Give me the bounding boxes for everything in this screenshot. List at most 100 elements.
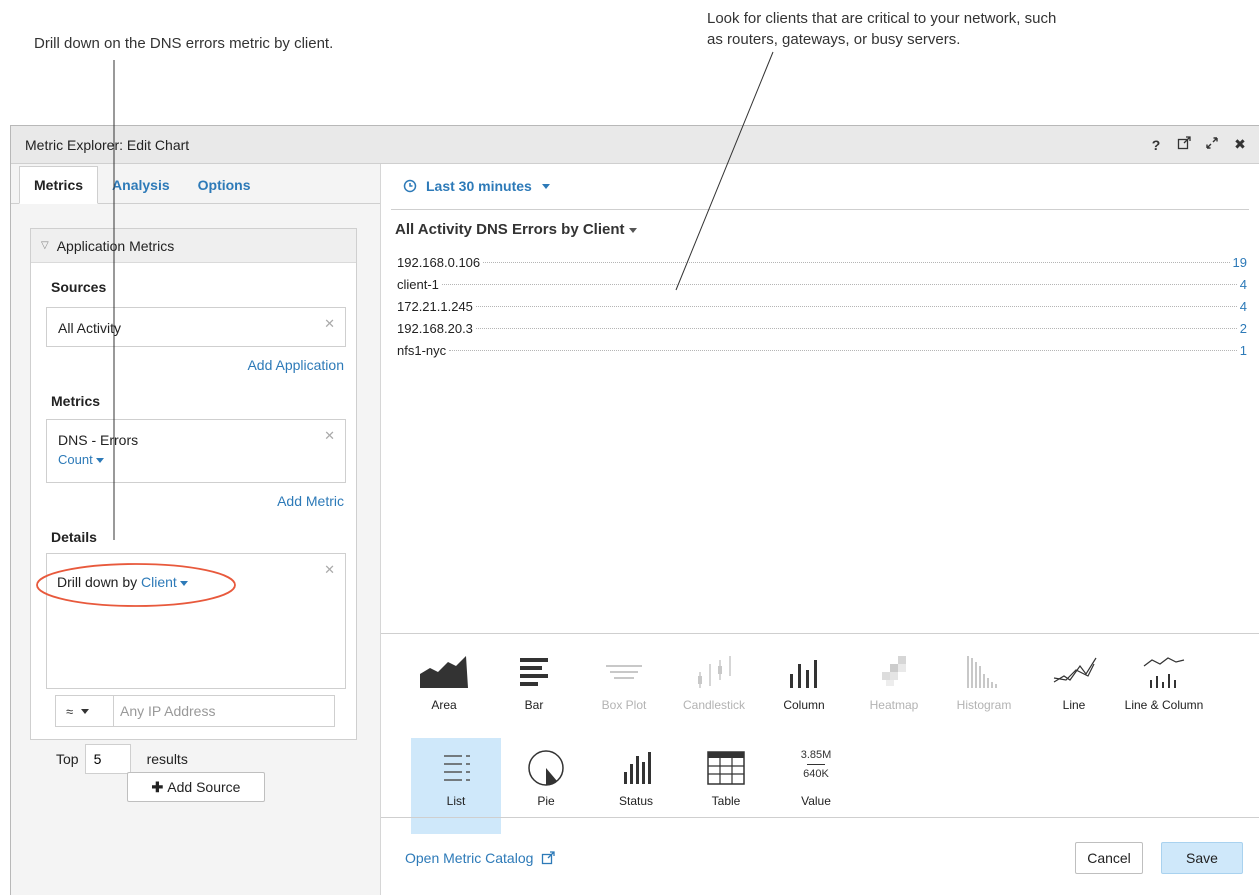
column-chart-icon [759,652,849,692]
value-bottom: 640K [803,768,829,780]
callout-line-2: as routers, gateways, or busy servers. [707,31,961,48]
chart-type-label: Column [783,698,825,712]
callout-critical-clients: Look for clients that are critical to yo… [707,8,1167,50]
callout-line-1: Look for clients that are critical to yo… [707,10,1057,27]
time-range-label: Last 30 minutes [426,178,532,194]
external-link-icon[interactable] [1177,136,1191,153]
metric-explorer-dialog: Metric Explorer: Edit Chart ? ✖ Metrics … [10,125,1259,895]
chart-type-label: Bar [524,698,544,712]
external-link-icon [542,851,555,865]
line-column-chart-icon [1119,652,1209,692]
panel-header[interactable]: ▽ Application Metrics [31,229,356,263]
add-metric-link[interactable]: Add Metric [277,493,344,509]
list-item-label: client-1 [397,277,439,292]
metric-value: DNS - Errors [58,432,139,448]
chart-type-label: Status [618,794,654,808]
tab-bar: Metrics Analysis Options [11,164,380,204]
list-item[interactable]: 172.21.1.245 4 [397,299,1247,321]
expand-icon[interactable] [1205,136,1219,153]
value-chart-icon: 3.85M 640K [771,748,861,788]
leader-dots [449,350,1237,351]
list-item-label: 192.168.0.106 [397,255,481,270]
metric-aggregation-dropdown[interactable]: Count [58,452,104,467]
list-item[interactable]: 192.168.0.106 19 [397,255,1247,277]
chart-type-candlestick: Candlestick [669,642,759,738]
chart-type-label: Value [801,794,831,808]
chart-type-label: Line [1062,698,1086,712]
area-chart-icon [399,652,489,692]
chart-type-label: Pie [537,794,555,808]
source-field[interactable]: All Activity ✕ [46,307,346,347]
results-label: results [146,751,188,767]
cancel-button[interactable]: Cancel [1075,842,1143,874]
list-item-value[interactable]: 2 [1240,321,1247,336]
tab-metrics[interactable]: Metrics [19,166,99,204]
top-count-input[interactable] [84,744,131,774]
remove-detail-icon[interactable]: ✕ [324,562,335,578]
callout-drill-down: Drill down on the DNS errors metric by c… [34,35,334,52]
ip-operator-dropdown[interactable]: ≈ [56,696,114,726]
pie-chart-icon [501,748,591,788]
ip-filter: ≈ [55,695,335,727]
tab-analysis[interactable]: Analysis [98,167,184,203]
remove-metric-icon[interactable]: ✕ [324,428,335,444]
status-chart-icon [591,748,681,788]
list-item-value[interactable]: 1 [1240,343,1247,358]
leader-dots [441,284,1237,285]
dialog-footer: Open Metric Catalog Cancel Save [381,817,1259,895]
chart-type-column[interactable]: Column [759,642,849,738]
chart-type-label: Table [711,794,741,808]
chart-title[interactable]: All Activity DNS Errors by Client [395,221,637,238]
list-item-value[interactable]: 4 [1240,299,1247,314]
leader-dots [483,262,1230,263]
list-item-value[interactable]: 19 [1233,255,1247,270]
top-results-row: Top results [56,744,188,774]
chart-type-heatmap: Heatmap [849,642,939,738]
chart-type-area[interactable]: Area [399,642,489,738]
line-chart-icon [1029,652,1119,692]
list-item-label: nfs1-nyc [397,343,447,358]
dialog-title: Metric Explorer: Edit Chart [25,136,190,153]
dialog-titlebar: Metric Explorer: Edit Chart ? ✖ [11,126,1259,164]
list-item[interactable]: client-1 4 [397,277,1247,299]
highlight-ellipse [36,563,236,607]
top-label: Top [56,751,79,767]
add-source-button[interactable]: ✚ Add Source [127,772,265,802]
chart-type-line-column[interactable]: Line & Column [1119,642,1209,738]
chevron-down-icon [541,183,550,189]
details-label: Details [51,529,97,545]
value-top: 3.85M [800,749,832,761]
plus-icon: ✚ [151,778,164,795]
help-icon[interactable]: ? [1149,137,1163,153]
metrics-label: Metrics [51,393,101,409]
source-value: All Activity [58,320,122,336]
box-plot-icon [579,652,669,692]
list-item-value[interactable]: 4 [1240,277,1247,292]
tab-options[interactable]: Options [184,167,265,203]
metric-field[interactable]: DNS - Errors Count ✕ [46,419,346,483]
leader-dots [475,306,1237,307]
candlestick-icon [669,652,759,692]
chart-type-label: Candlestick [682,698,746,712]
application-metrics-panel: ▽ Application Metrics Sources All Activi… [30,228,357,774]
chart-type-line[interactable]: Line [1029,642,1119,738]
list-chart-icon [411,748,501,788]
chart-type-histogram: Histogram [939,642,1029,738]
titlebar-icons: ? ✖ [1149,136,1247,153]
chart-type-box-plot: Box Plot [579,642,669,738]
time-range-selector[interactable]: Last 30 minutes [381,164,1259,208]
remove-source-icon[interactable]: ✕ [324,316,335,332]
ip-address-input[interactable] [114,703,314,719]
chart-type-label: Line & Column [1124,698,1204,712]
save-button[interactable]: Save [1161,842,1243,874]
left-pane: Metrics Analysis Options ▽ Application M… [11,164,381,895]
close-icon[interactable]: ✖ [1233,136,1247,153]
open-metric-catalog-link[interactable]: Open Metric Catalog [405,850,555,866]
add-application-link[interactable]: Add Application [247,357,344,373]
chart-type-bar[interactable]: Bar [489,642,579,738]
list-chart: 192.168.0.106 19 client-1 4 172.21.1.245 4 192… [397,255,1247,365]
list-item[interactable]: nfs1-nyc 1 [397,343,1247,365]
chart-pane: Last 30 minutes All Activity DNS Errors … [381,164,1259,895]
list-item-label: 172.21.1.245 [397,299,473,314]
list-item[interactable]: 192.168.20.3 2 [397,321,1247,343]
